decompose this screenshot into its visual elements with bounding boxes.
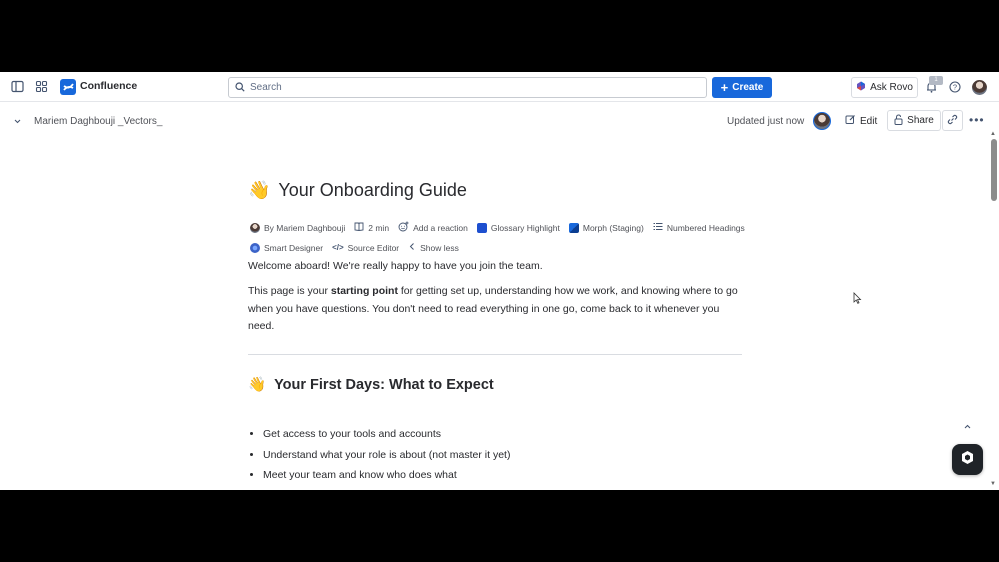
hexagon-app-icon (960, 450, 975, 470)
source-editor-app[interactable]: </> Source Editor (332, 243, 399, 253)
numbered-headings-app[interactable]: Numbered Headings (653, 222, 745, 233)
editor-avatar[interactable] (813, 112, 831, 130)
scroll-to-top-chevron-icon[interactable] (963, 422, 972, 434)
updated-status: Updated just now (727, 116, 805, 127)
smart-designer-icon (250, 242, 260, 253)
page-title: 👋 Your Onboarding Guide (248, 180, 467, 201)
intro-bold-text: starting point (330, 285, 398, 297)
ask-rovo-label: Ask Rovo (870, 82, 913, 93)
app-name[interactable]: Confluence (80, 80, 137, 92)
page-meta-row: By Mariem Daghbouji 2 min Add a reaction… (250, 221, 754, 234)
glossary-highlight-icon (476, 222, 487, 233)
smiley-add-icon (398, 221, 409, 234)
section-heading-text: Your First Days: What to Expect (274, 376, 494, 393)
ask-rovo-button[interactable]: Ask Rovo (851, 77, 918, 98)
notification-count-badge: 1 (929, 76, 943, 85)
chevron-left-icon (408, 242, 416, 253)
plus-icon: + (720, 79, 729, 95)
svg-text:?: ? (953, 83, 957, 92)
waving-hand-emoji: 👋 (248, 180, 271, 200)
scroll-down-arrow-icon[interactable]: ▼ (990, 481, 996, 487)
smart-designer-app[interactable]: Smart Designer (250, 242, 324, 253)
section-heading: 👋 Your First Days: What to Expect (248, 376, 494, 394)
more-actions-icon[interactable]: ••• (969, 113, 985, 127)
list-item: Get access to your tools and accounts (263, 428, 510, 449)
morph-icon (568, 222, 579, 233)
scroll-up-arrow-icon[interactable]: ▲ (990, 131, 996, 137)
search-input[interactable] (250, 82, 670, 93)
top-navigation: Confluence + Create Ask Rovo 1 ? (0, 72, 999, 102)
welcome-paragraph: Welcome aboard! We're really happy to ha… (248, 260, 543, 272)
create-button[interactable]: + Create (712, 77, 772, 98)
book-icon (354, 222, 364, 233)
page-title-text: Your Onboarding Guide (278, 180, 467, 200)
author-byline[interactable]: By Mariem Daghbouji (250, 222, 346, 233)
create-label: Create (732, 82, 764, 93)
scrollbar-thumb[interactable] (991, 139, 997, 201)
page-header-bar: Mariem Daghbouji _Vectors_ Updated just … (0, 103, 999, 139)
source-editor-label: Source Editor (347, 242, 400, 253)
read-time: 2 min (354, 222, 389, 233)
page-meta-row-2: Smart Designer </> Source Editor Show le… (250, 242, 468, 253)
app-switcher-icon[interactable] (35, 80, 48, 93)
confluence-logo-icon[interactable] (60, 79, 76, 95)
morph-label: Morph (Staging) (582, 222, 644, 233)
search-icon (235, 79, 245, 97)
read-time-label: 2 min (368, 222, 390, 233)
intro-paragraph: This page is your starting point for get… (248, 283, 742, 336)
smart-designer-label: Smart Designer (264, 242, 324, 253)
add-reaction-label: Add a reaction (413, 222, 468, 233)
list-item: Meet your team and know who does what (263, 469, 510, 490)
numbered-headings-label: Numbered Headings (666, 222, 745, 233)
glossary-highlight-label: Glossary Highlight (490, 222, 560, 233)
sidebar-toggle-icon[interactable] (11, 80, 24, 93)
help-icon[interactable]: ? (949, 81, 961, 93)
show-less-label: Show less (420, 242, 459, 253)
page-scrollbar[interactable]: ▲ ▼ (989, 131, 999, 490)
waving-hand-emoji: 👋 (248, 377, 267, 393)
lock-icon (894, 113, 903, 128)
search-bar[interactable] (228, 77, 707, 98)
code-icon: </> (332, 243, 344, 252)
breadcrumb-space[interactable]: Mariem Daghbouji _Vectors_ (34, 116, 162, 127)
glossary-highlight-app[interactable]: Glossary Highlight (476, 222, 560, 233)
share-label: Share (907, 115, 934, 126)
author-avatar (250, 222, 260, 233)
chevron-down-icon[interactable] (13, 117, 22, 126)
add-reaction-button[interactable]: Add a reaction (398, 221, 468, 234)
intro-text-start: This page is your (248, 285, 331, 297)
link-icon (947, 112, 958, 130)
show-less-button[interactable]: Show less (408, 242, 459, 253)
morph-staging-app[interactable]: Morph (Staging) (568, 222, 644, 233)
floating-action-button[interactable] (952, 444, 983, 475)
author-label: By Mariem Daghbouji (264, 222, 346, 233)
rovo-icon (856, 81, 866, 94)
confluence-window: Confluence + Create Ask Rovo 1 ? (0, 72, 999, 490)
mouse-pointer-icon (853, 291, 862, 309)
pencil-icon (845, 114, 856, 128)
edit-button[interactable]: Edit (845, 111, 877, 131)
first-days-list: Get access to your tools and accounts Un… (263, 428, 510, 490)
copy-link-button[interactable] (942, 110, 963, 131)
share-button[interactable]: Share (887, 110, 941, 131)
edit-label: Edit (860, 115, 878, 127)
list-item: Understand what your role is about (not … (263, 449, 510, 470)
list-icon (653, 222, 663, 233)
user-avatar[interactable] (972, 80, 987, 95)
divider (248, 354, 742, 355)
